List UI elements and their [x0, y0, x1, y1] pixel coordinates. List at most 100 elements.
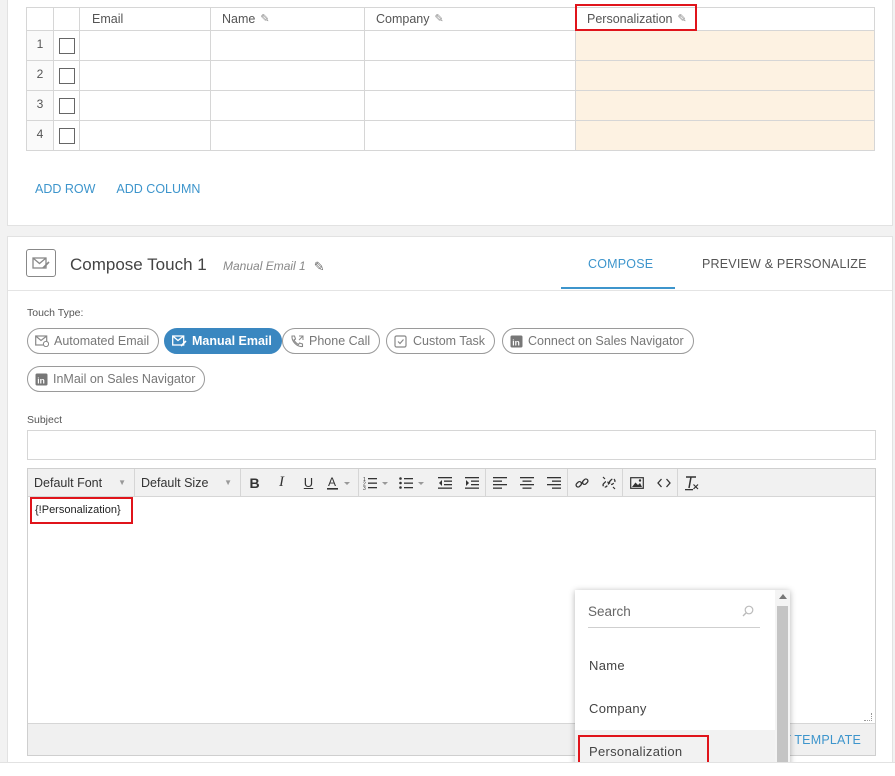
- code-view-icon[interactable]: [650, 469, 677, 497]
- pencil-icon[interactable]: ✎: [435, 13, 446, 25]
- unlink-icon[interactable]: [595, 469, 622, 497]
- select-all-cell: [53, 7, 80, 31]
- row-checkbox[interactable]: [58, 97, 75, 114]
- recipients-card: Email Name ✎ Company ✎ Personalization ✎ 1: [7, 0, 893, 226]
- name-cell[interactable]: [210, 120, 365, 151]
- font-family-select[interactable]: Default Font ▼: [28, 468, 135, 497]
- highlight-box-personalization-token: [30, 497, 133, 524]
- svg-text:in: in: [512, 337, 520, 347]
- touch-type-label-text: Automated Email: [54, 334, 150, 348]
- email-cell[interactable]: [79, 30, 211, 61]
- name-cell[interactable]: [210, 30, 365, 61]
- add-row-link[interactable]: ADD ROW: [35, 182, 95, 196]
- column-header-email[interactable]: Email: [79, 7, 211, 31]
- corner-cell: [26, 7, 54, 31]
- touch-type-manual-email[interactable]: Manual Email: [164, 328, 282, 354]
- font-size-value: Default Size: [141, 475, 209, 490]
- pencil-icon[interactable]: ✎: [260, 13, 271, 25]
- scrollbar-thumb[interactable]: [777, 606, 788, 776]
- italic-icon[interactable]: I: [268, 469, 295, 497]
- text-color-icon[interactable]: A: [322, 469, 358, 497]
- editor-toolbar: Default Font ▼ Default Size ▼ B I U A 123: [28, 468, 875, 497]
- table-row: 4: [26, 120, 875, 151]
- page-bottom-strip: [0, 762, 895, 776]
- pencil-icon[interactable]: ✎: [314, 260, 325, 273]
- row-checkbox[interactable]: [58, 127, 75, 144]
- numbered-list-icon[interactable]: 123: [359, 469, 395, 497]
- dropdown-search-input[interactable]: Search: [588, 602, 760, 628]
- company-cell[interactable]: [364, 60, 576, 91]
- personalization-cell[interactable]: [575, 30, 875, 61]
- clear-formatting-icon[interactable]: [678, 469, 705, 497]
- touch-type-label-text: Custom Task: [413, 334, 486, 348]
- touch-type-inmail-sales-navigator[interactable]: in InMail on Sales Navigator: [27, 366, 206, 392]
- align-center-icon[interactable]: [513, 469, 540, 497]
- personalization-cell[interactable]: [575, 60, 875, 91]
- dropdown-search-placeholder: Search: [588, 604, 631, 619]
- bold-icon[interactable]: B: [241, 469, 268, 497]
- highlight-box-personalization-header: [575, 4, 697, 31]
- font-size-select[interactable]: Default Size ▼: [135, 468, 241, 497]
- outdent-icon[interactable]: [431, 469, 458, 497]
- row-checkbox[interactable]: [58, 67, 75, 84]
- name-cell[interactable]: [210, 90, 365, 121]
- dropdown-item-company[interactable]: Company: [575, 687, 775, 729]
- column-header-name[interactable]: Name ✎: [210, 7, 365, 31]
- tab-preview-personalize[interactable]: PREVIEW & PERSONALIZE: [702, 257, 867, 271]
- phone-icon: [291, 334, 304, 347]
- table-row: 2: [26, 60, 875, 91]
- manual-email-icon: [172, 335, 187, 347]
- row-checkbox-cell: [53, 60, 80, 91]
- column-header-company[interactable]: Company ✎: [364, 7, 576, 31]
- automated-email-icon: [35, 335, 49, 347]
- email-cell[interactable]: [79, 90, 211, 121]
- touch-type-label-text: Manual Email: [192, 334, 272, 348]
- font-family-value: Default Font: [34, 475, 103, 490]
- touch-type-automated-email[interactable]: Automated Email: [27, 328, 160, 354]
- subject-input[interactable]: [27, 430, 876, 460]
- touch-type-label-text: Phone Call: [309, 334, 371, 348]
- email-cell[interactable]: [79, 120, 211, 151]
- email-cell[interactable]: [79, 60, 211, 91]
- resize-handle-icon[interactable]: [864, 713, 872, 721]
- touch-type-connect-sales-navigator[interactable]: in Connect on Sales Navigator: [502, 328, 694, 354]
- row-number: 3: [26, 90, 54, 121]
- row-checkbox-cell: [53, 30, 80, 61]
- row-number: 4: [26, 120, 54, 151]
- company-cell[interactable]: [364, 90, 576, 121]
- svg-text:3: 3: [363, 486, 366, 490]
- add-column-link[interactable]: ADD COLUMN: [116, 182, 200, 196]
- underline-icon[interactable]: U: [295, 469, 322, 497]
- indent-icon[interactable]: [458, 469, 485, 497]
- table-row: 3: [26, 90, 875, 121]
- recipients-table: Email Name ✎ Company ✎ Personalization ✎ 1: [26, 7, 875, 151]
- touch-type-phone-call[interactable]: Phone Call: [282, 328, 381, 354]
- name-cell[interactable]: [210, 60, 365, 91]
- company-cell[interactable]: [364, 120, 576, 151]
- email-compose-icon: [26, 249, 56, 277]
- link-icon[interactable]: [568, 469, 595, 497]
- bullet-list-icon[interactable]: [395, 469, 431, 497]
- align-left-icon[interactable]: [486, 469, 513, 497]
- dropdown-scrollbar[interactable]: [775, 590, 790, 776]
- dropdown-item-name[interactable]: Name: [575, 644, 775, 686]
- align-right-icon[interactable]: [540, 469, 567, 497]
- tab-compose[interactable]: COMPOSE: [588, 257, 653, 271]
- image-icon[interactable]: [623, 469, 650, 497]
- compose-title: Compose Touch 1: [70, 255, 207, 274]
- personalization-cell[interactable]: [575, 90, 875, 121]
- subject-label: Subject: [27, 414, 63, 426]
- insert-template-link[interactable]: T TEMPLATE: [783, 733, 861, 747]
- search-icon: [742, 605, 754, 617]
- touch-type-custom-task[interactable]: Custom Task: [386, 328, 496, 354]
- row-checkbox-cell: [53, 120, 80, 151]
- scroll-up-icon[interactable]: [779, 594, 787, 599]
- svg-text:A: A: [328, 476, 336, 489]
- personalization-cell[interactable]: [575, 120, 875, 151]
- compose-subtitle: Manual Email 1 ✎: [223, 259, 325, 273]
- row-checkbox[interactable]: [58, 37, 75, 54]
- table-header-row: Email Name ✎ Company ✎ Personalization ✎: [26, 7, 875, 31]
- company-cell[interactable]: [364, 30, 576, 61]
- column-header-company-label: Company: [376, 12, 430, 26]
- svg-text:in: in: [37, 375, 45, 385]
